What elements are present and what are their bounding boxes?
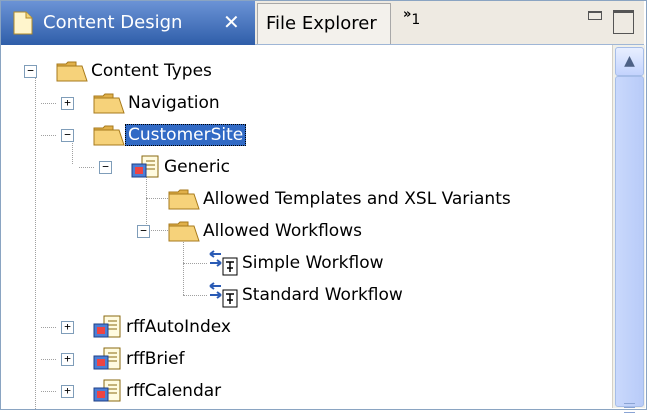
tree-node-generic[interactable]: Generic bbox=[131, 153, 233, 181]
tab-content-design-label: Content Design bbox=[43, 12, 183, 33]
tree-connector bbox=[41, 359, 56, 360]
tree-node-label: Standard Workflow bbox=[242, 285, 403, 305]
grip-icon bbox=[624, 403, 635, 413]
tree-connector bbox=[41, 391, 56, 392]
tree-node-rff-brief[interactable]: rffBrief bbox=[93, 345, 188, 373]
document-icon bbox=[13, 11, 33, 35]
tree-node-navigation[interactable]: Navigation bbox=[93, 89, 223, 117]
tree-node-label: Allowed Workflows bbox=[203, 221, 362, 241]
tree-connector bbox=[35, 72, 36, 409]
folder-open-icon bbox=[168, 221, 200, 242]
content-type-icon bbox=[131, 155, 159, 178]
tree-node-label: Content Types bbox=[91, 61, 212, 81]
chevron-up-icon: ▲ bbox=[624, 53, 635, 69]
scroll-thumb[interactable] bbox=[615, 76, 644, 413]
expand-toggle[interactable]: + bbox=[61, 353, 74, 366]
tree-connector bbox=[183, 263, 207, 264]
tree-node-content-types[interactable]: Content Types bbox=[56, 57, 215, 85]
tree-node-customer-site[interactable]: CustomerSite bbox=[93, 121, 247, 149]
collapse-toggle[interactable]: − bbox=[24, 65, 37, 78]
folder-open-icon bbox=[93, 125, 125, 146]
tree-connector bbox=[41, 103, 56, 104]
tree-connector bbox=[183, 295, 207, 296]
tab-overflow-count: 1 bbox=[411, 12, 421, 28]
tree-node-allowed-templates[interactable]: Allowed Templates and XSL Variants bbox=[168, 185, 514, 213]
expand-toggle[interactable]: + bbox=[61, 385, 74, 398]
tree-node-label: rffBrief bbox=[126, 349, 185, 369]
tree-node-label: Generic bbox=[164, 157, 230, 177]
folder-open-icon bbox=[56, 61, 88, 82]
content-type-icon bbox=[93, 347, 121, 370]
expand-toggle[interactable]: + bbox=[61, 321, 74, 334]
workflow-icon bbox=[209, 250, 238, 276]
tree-connector bbox=[41, 135, 56, 136]
collapse-toggle[interactable]: − bbox=[99, 161, 112, 174]
tab-bar: Content Design ✕ File Explorer »1 bbox=[1, 1, 644, 45]
expand-toggle[interactable]: + bbox=[61, 97, 74, 110]
tree-node-label: Allowed Templates and XSL Variants bbox=[203, 189, 511, 209]
collapse-toggle[interactable]: − bbox=[137, 225, 150, 238]
tree-node-label: Navigation bbox=[128, 93, 220, 113]
scroll-up-button[interactable]: ▲ bbox=[615, 47, 644, 76]
close-icon[interactable]: ✕ bbox=[223, 10, 240, 34]
tree-connector bbox=[146, 198, 168, 199]
tree-node-label: rffCalendar bbox=[126, 381, 222, 401]
tree-connector bbox=[41, 327, 56, 328]
maximize-button[interactable] bbox=[613, 10, 634, 34]
content-type-icon bbox=[93, 315, 121, 338]
tree-node-simple-workflow[interactable]: Simple Workflow bbox=[207, 249, 387, 277]
tree-node-label: Simple Workflow bbox=[242, 253, 384, 273]
folder-open-icon bbox=[168, 189, 200, 210]
workflow-icon bbox=[209, 282, 238, 308]
tree-connector bbox=[79, 167, 94, 168]
tree-node-standard-workflow[interactable]: Standard Workflow bbox=[207, 281, 406, 309]
tree-node-allowed-workflows[interactable]: Allowed Workflows bbox=[168, 217, 365, 245]
content-type-icon bbox=[93, 379, 121, 402]
tree-node-rff-auto-index[interactable]: rffAutoIndex bbox=[93, 313, 234, 341]
tab-file-explorer-label: File Explorer bbox=[266, 13, 377, 34]
tree-node-rff-calendar[interactable]: rffCalendar bbox=[93, 377, 224, 405]
tab-file-explorer[interactable]: File Explorer bbox=[257, 3, 391, 44]
tab-overflow-button[interactable]: »1 bbox=[403, 6, 420, 28]
tree-node-label-selected: CustomerSite bbox=[125, 124, 247, 146]
collapse-toggle[interactable]: − bbox=[61, 129, 74, 142]
tab-content-design[interactable]: Content Design ✕ bbox=[1, 1, 255, 45]
minimize-button[interactable] bbox=[588, 11, 602, 20]
vertical-scrollbar[interactable]: ▲ bbox=[612, 45, 645, 413]
tree-node-label: rffAutoIndex bbox=[126, 317, 231, 337]
content-types-tree: − Content Types + Navigation − CustomerS… bbox=[1, 45, 611, 409]
folder-open-icon bbox=[93, 93, 125, 114]
